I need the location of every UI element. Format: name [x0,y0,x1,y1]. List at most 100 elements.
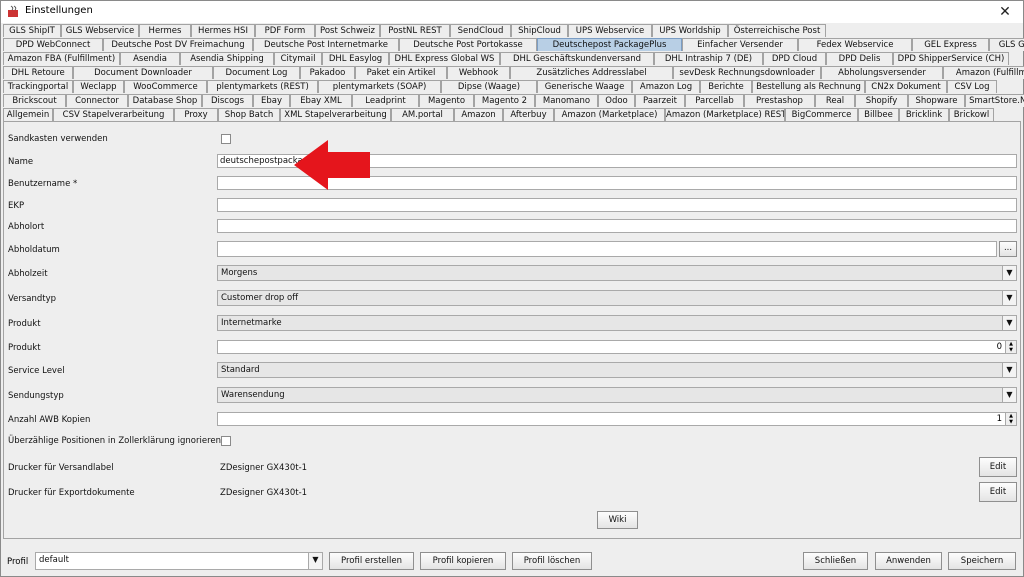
tab-hermes[interactable]: Hermes [139,24,191,37]
tab-gls-shipit[interactable]: GLS ShipIT [3,24,61,37]
edit-export-printer-button[interactable]: Edit [979,482,1017,502]
tab-dpd-cloud[interactable]: DPD Cloud [763,52,826,65]
close-button[interactable]: Schließen [803,552,868,570]
tab-plentymarkets-rest-[interactable]: plentymarkets (REST) [207,80,318,93]
wiki-button[interactable]: Wiki [597,511,638,529]
tab-citymail[interactable]: Citymail [274,52,322,65]
tab-magento-2[interactable]: Magento 2 [474,94,535,107]
apply-button[interactable]: Anwenden [875,552,942,570]
tab-amazon-log[interactable]: Amazon Log [632,80,700,93]
tab-bestellung-als-rechnung[interactable]: Bestellung als Rechnung [752,80,865,93]
product-spinner[interactable]: 0 ▲ ▼ [217,340,1017,354]
tab-weclapp[interactable]: Weclapp [73,80,124,93]
tab-gls-webservice[interactable]: GLS Webservice [61,24,139,37]
tab-brickowl[interactable]: Brickowl [949,108,994,121]
tab-gel-express[interactable]: GEL Express [912,38,989,51]
tab-csv-stapelverarbeitung[interactable]: CSV Stapelverarbeitung [53,108,174,121]
tab-real[interactable]: Real [815,94,855,107]
tab-berichte[interactable]: Berichte [700,80,752,93]
tab-asendia-shipping[interactable]: Asendia Shipping [180,52,274,65]
ignore-positions-checkbox[interactable] [221,436,231,446]
tab-manomano[interactable]: Manomano [535,94,598,107]
sandbox-checkbox[interactable] [221,134,231,144]
service-level-select[interactable]: Standard ▼ [217,362,1017,378]
close-icon[interactable]: ✕ [995,2,1015,22]
ekp-field[interactable] [217,198,1017,212]
tab-dhl-geschäftskundenversand[interactable]: DHL Geschäftskundenversand [500,52,654,65]
tab-dhl-retoure[interactable]: DHL Retoure [3,66,73,79]
pickup-time-select[interactable]: Morgens ▼ [217,265,1017,281]
edit-label-printer-button[interactable]: Edit [979,457,1017,477]
tab-parcellab[interactable]: Parcellab [685,94,744,107]
tab-magento[interactable]: Magento [419,94,474,107]
tab-deutsche-post-dv-freimachung[interactable]: Deutsche Post DV Freimachung [103,38,253,51]
tab-ebay-xml[interactable]: Ebay XML [290,94,352,107]
tab-amazon-fba-fulfillment-[interactable]: Amazon FBA (Fulfillment) [3,52,120,65]
tab-dpd-delis[interactable]: DPD Delis [826,52,893,65]
tab-post-schweiz[interactable]: Post Schweiz [315,24,380,37]
tab-dipse-waage-[interactable]: Dipse (Waage) [441,80,537,93]
tab-dhl-easylog[interactable]: DHL Easylog [322,52,389,65]
tab-woocommerce[interactable]: WooCommerce [124,80,207,93]
shipping-type-select[interactable]: Customer drop off ▼ [217,290,1017,306]
tab-zusätzliches-addresslabel[interactable]: Zusätzliches Addresslabel [510,66,673,79]
tab-shopware[interactable]: Shopware [908,94,965,107]
pickup-date-field[interactable] [217,241,997,257]
tab-österreichische-post[interactable]: Österreichische Post [728,24,826,37]
tab-pdf-form[interactable]: PDF Form [255,24,315,37]
tab-amazon[interactable]: Amazon [454,108,503,121]
tab-leadprint[interactable]: Leadprint [352,94,419,107]
tab-odoo[interactable]: Odoo [598,94,635,107]
tab-postnl-rest[interactable]: PostNL REST [380,24,450,37]
tab-allgemein[interactable]: Allgemein [3,108,53,121]
tab-smartstore-net[interactable]: SmartStore.NET [965,94,1024,107]
tab-bricklink[interactable]: Bricklink [899,108,949,121]
tab-billbee[interactable]: Billbee [858,108,899,121]
tab-amazon-fulfillment-[interactable]: Amazon (Fulfillment) [943,66,1024,79]
tab-gls-gepard[interactable]: GLS Gepard [989,38,1024,51]
tab-brickscout[interactable]: Brickscout [3,94,66,107]
tab-am-portal[interactable]: AM.portal [391,108,454,121]
tab-bigcommerce[interactable]: BigCommerce [785,108,858,121]
spinner-arrows-icon[interactable]: ▲ ▼ [1005,413,1016,425]
tab-hermes-hsi[interactable]: Hermes HSI [191,24,255,37]
copy-profile-button[interactable]: Profil kopieren [420,552,506,570]
tab-document-downloader[interactable]: Document Downloader [73,66,213,79]
tab-shopify[interactable]: Shopify [855,94,908,107]
tab-sevdesk-rechnungsdownloader[interactable]: sevDesk Rechnungsdownloader [673,66,821,79]
tab-dhl-intraship-7-de-[interactable]: DHL Intraship 7 (DE) [654,52,763,65]
tab-deutsche-post-portokasse[interactable]: Deutsche Post Portokasse [399,38,537,51]
spinner-arrows-icon[interactable]: ▲ ▼ [1005,341,1016,353]
tab-prestashop[interactable]: Prestashop [744,94,815,107]
tab-deutsche-post-internetmarke[interactable]: Deutsche Post Internetmarke [253,38,399,51]
delete-profile-button[interactable]: Profil löschen [512,552,592,570]
tab-plentymarkets-soap-[interactable]: plentymarkets (SOAP) [318,80,441,93]
tab-dpd-shipperservice-ch-[interactable]: DPD ShipperService (CH) [893,52,1009,65]
tab-shipcloud[interactable]: ShipCloud [511,24,568,37]
tab-abholungsversender[interactable]: Abholungsversender [821,66,943,79]
tab-paket-ein-artikel[interactable]: Paket ein Artikel [355,66,447,79]
tab-amazon-marketplace-[interactable]: Amazon (Marketplace) [554,108,665,121]
tab-cn2x-dokument[interactable]: CN2x Dokument [865,80,947,93]
tab-trackingportal[interactable]: Trackingportal [3,80,73,93]
tab-webhook[interactable]: Webhook [447,66,510,79]
profile-select[interactable]: default ▼ [35,552,323,570]
tab-dhl-express-global-ws[interactable]: DHL Express Global WS [389,52,500,65]
tab-paarzeit[interactable]: Paarzeit [635,94,685,107]
tab-sendcloud[interactable]: SendCloud [450,24,511,37]
tab-shop-batch[interactable]: Shop Batch [218,108,280,121]
tab-ebay[interactable]: Ebay [253,94,290,107]
consignment-type-select[interactable]: Warensendung ▼ [217,387,1017,403]
pickup-location-field[interactable] [217,219,1017,233]
tab-pakadoo[interactable]: Pakadoo [300,66,355,79]
tab-discogs[interactable]: Discogs [202,94,253,107]
save-button[interactable]: Speichern [948,552,1016,570]
tab-ups-worldship[interactable]: UPS Worldship [652,24,728,37]
tab-connector[interactable]: Connector [66,94,128,107]
create-profile-button[interactable]: Profil erstellen [329,552,414,570]
product-select[interactable]: Internetmarke ▼ [217,315,1017,331]
tab-amazon-marketplace-rest[interactable]: Amazon (Marketplace) REST [665,108,785,121]
tab-proxy[interactable]: Proxy [174,108,218,121]
tab-generische-waage[interactable]: Generische Waage [537,80,632,93]
tab-afterbuy[interactable]: Afterbuy [503,108,554,121]
